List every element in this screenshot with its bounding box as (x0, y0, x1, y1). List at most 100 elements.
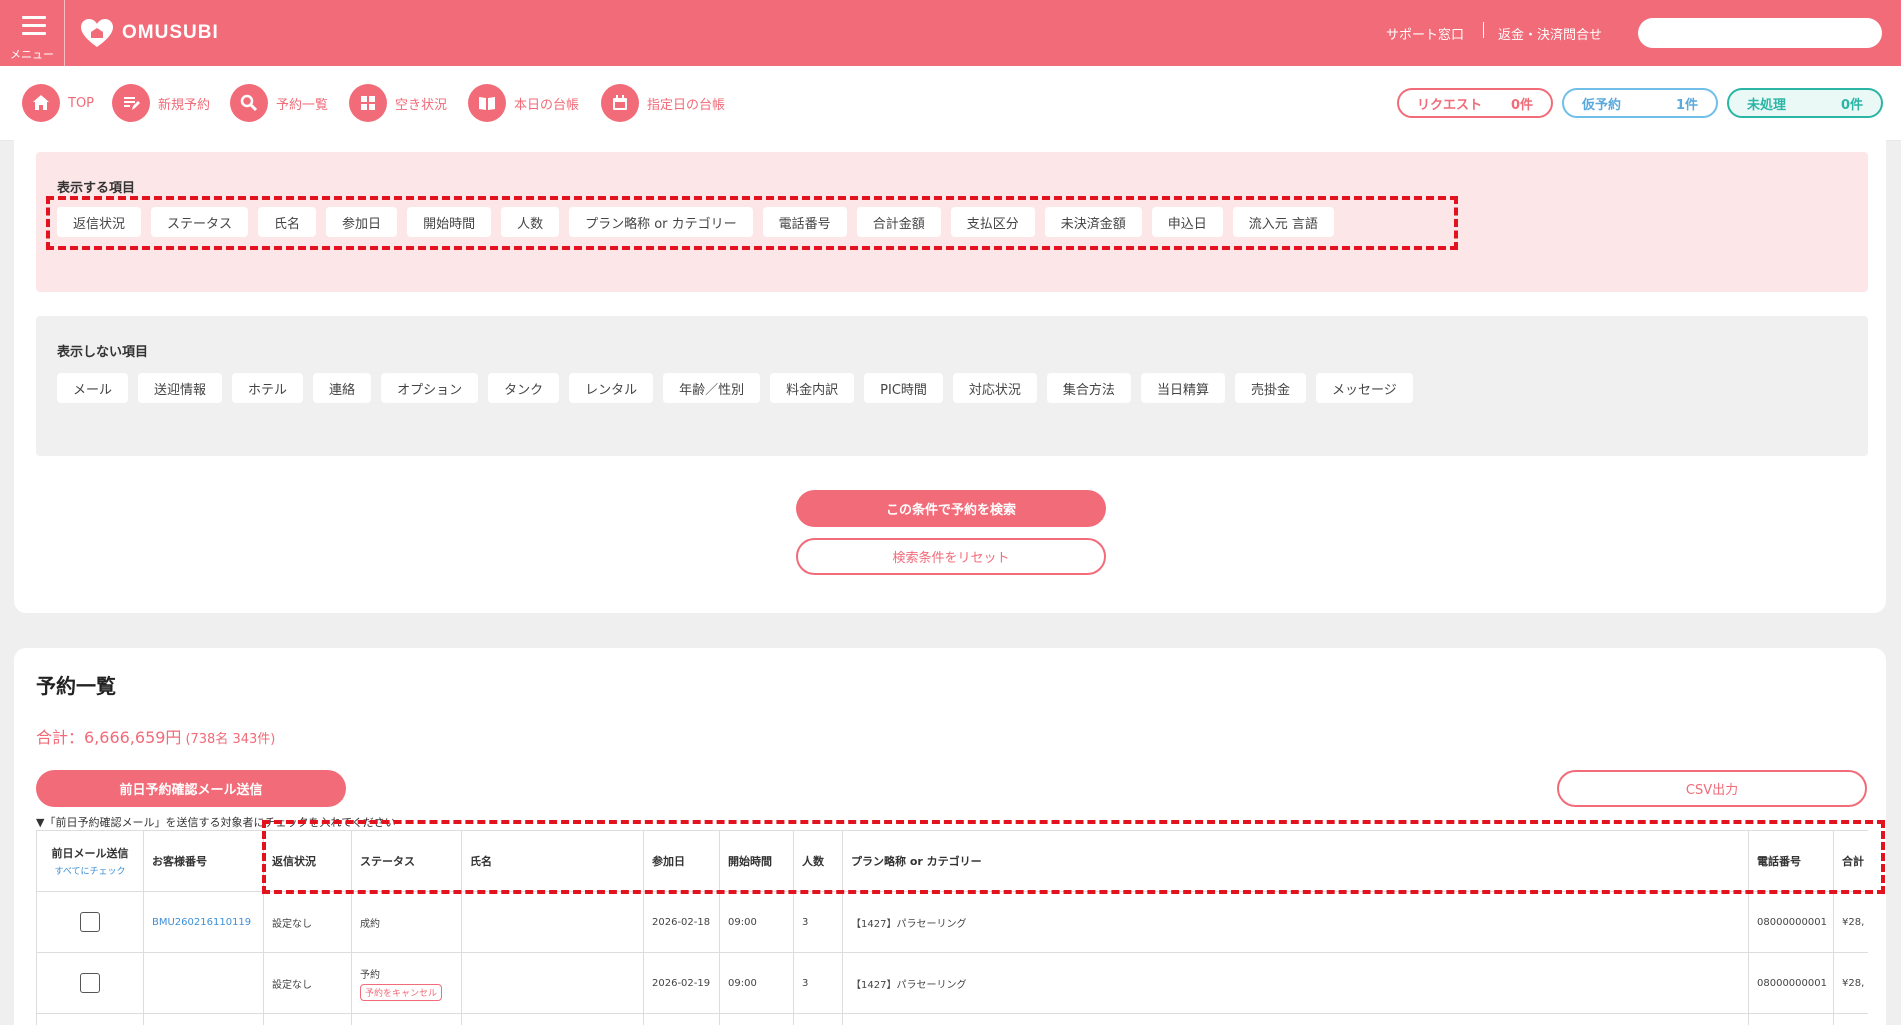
nav-availability[interactable]: 空き状況 (349, 84, 447, 122)
list-title: 予約一覧 (36, 674, 116, 698)
book-icon (468, 84, 506, 122)
support-link[interactable]: サポート窓口 (1386, 24, 1464, 43)
header-search-input[interactable] (1638, 18, 1882, 48)
request-count: 0件 (1510, 97, 1533, 113)
send-reminder-mail-button[interactable]: 前日予約確認メール送信 (36, 770, 346, 807)
reply-cell: 設定なし (263, 952, 352, 1014)
reservation-table-wrap: 前日メール送信 すべてにチェック お客様番号 返信状況 ステータス 氏名 参加日… (36, 830, 1868, 1025)
table-row: 設定なし 予約 予約をキャンセル 2026-02-19 09:00 3 【142… (36, 952, 1868, 1014)
shown-chip[interactable]: プラン略称 or カテゴリー (569, 207, 753, 237)
mail-checkbox[interactable] (80, 912, 100, 932)
provisional-count: 1件 (1675, 97, 1698, 113)
col-total[interactable]: 合計 (1833, 830, 1868, 892)
nav-date-ledger-label: 指定日の台帳 (647, 97, 726, 113)
hidden-items-chips: メール 送迎情報 ホテル 連絡 オプション タンク レンタル 年齢／性別 料金内… (57, 373, 1413, 403)
shown-items-panel: 表示する項目 返信状況 ステータス 氏名 参加日 開始時間 人数 プラン略称 o… (36, 152, 1868, 292)
request-count-pill[interactable]: リクエスト 0件 (1397, 88, 1553, 118)
hidden-chip[interactable]: 当日精算 (1140, 373, 1225, 403)
plan-cell: 【1427】パラセーリング (842, 952, 1749, 1014)
shown-chip[interactable]: 電話番号 (762, 207, 847, 237)
unprocessed-count-pill[interactable]: 未処理 0件 (1727, 88, 1883, 118)
csv-export-button[interactable]: CSV出力 (1557, 770, 1867, 807)
shown-chip[interactable]: 合計金額 (856, 207, 941, 237)
col-name[interactable]: 氏名 (461, 830, 644, 892)
refund-inquiry-link[interactable]: 返金・決済問合せ (1498, 24, 1602, 43)
name-cell (461, 891, 644, 953)
col-date[interactable]: 参加日 (643, 830, 720, 892)
calendar-icon (601, 84, 639, 122)
nav-reservation-list[interactable]: 予約一覧 (230, 84, 328, 122)
hidden-chip[interactable]: メッセージ (1315, 373, 1413, 403)
shown-chip[interactable]: ステータス (151, 207, 249, 237)
nav-today-ledger[interactable]: 本日の台帳 (468, 84, 579, 122)
edit-icon (112, 84, 150, 122)
hidden-chip[interactable]: タンク (488, 373, 560, 403)
hidden-items-panel: 表示しない項目 メール 送迎情報 ホテル 連絡 オプション タンク レンタル 年… (36, 316, 1868, 456)
shown-items-title: 表示する項目 (57, 181, 136, 196)
nav-new-reservation-label: 新規予約 (158, 97, 211, 113)
col-phone[interactable]: 電話番号 (1748, 830, 1834, 892)
customer-no-link[interactable] (143, 952, 264, 1014)
hidden-chip[interactable]: 対応状況 (952, 373, 1037, 403)
logo[interactable]: OMUSUBI (80, 17, 219, 49)
home-icon (22, 84, 60, 122)
hidden-chip[interactable]: PIC時間 (864, 373, 943, 403)
col-people[interactable]: 人数 (793, 830, 843, 892)
hidden-chip[interactable]: 連絡 (313, 373, 372, 403)
col-status[interactable]: ステータス (351, 830, 462, 892)
col-reply[interactable]: 返信状況 (263, 830, 352, 892)
hidden-chip[interactable]: 売掛金 (1234, 373, 1306, 403)
col-start[interactable]: 開始時間 (719, 830, 794, 892)
status-cell: 成約 (351, 891, 462, 953)
col-customer-no[interactable]: お客様番号 (143, 830, 264, 892)
empty-cell (643, 1013, 720, 1025)
empty-cell (461, 1013, 644, 1025)
date-cell: 2026-02-18 (643, 891, 720, 953)
heart-logo-icon (81, 19, 113, 47)
search-with-conditions-button[interactable]: この条件で予約を検索 (796, 490, 1106, 527)
total-cell: ¥28, (1833, 952, 1868, 1014)
menu-button[interactable]: メニュー (0, 0, 65, 66)
hidden-chip[interactable]: オプション (381, 373, 479, 403)
empty-cell (351, 1013, 462, 1025)
table-row: BMU260216110119 設定なし 成約 2026-02-18 09:00… (36, 891, 1868, 953)
reply-cell: 設定なし (263, 891, 352, 953)
header-separator (1483, 22, 1484, 38)
nav-date-ledger[interactable]: 指定日の台帳 (601, 84, 725, 122)
shown-chip[interactable]: 流入元 言語 (1232, 207, 1334, 237)
hidden-chip[interactable]: 年齢／性別 (663, 373, 761, 403)
nav-top[interactable]: TOP (22, 84, 94, 122)
shown-chip[interactable]: 支払区分 (950, 207, 1035, 237)
date-cell: 2026-02-19 (643, 952, 720, 1014)
hidden-chip[interactable]: 送迎情報 (138, 373, 223, 403)
hidden-chip[interactable]: 集合方法 (1046, 373, 1131, 403)
request-label: リクエスト (1417, 97, 1483, 113)
cancel-reservation-button[interactable]: 予約をキャンセル (360, 983, 443, 1001)
shown-chip[interactable]: 返信状況 (57, 207, 142, 237)
logo-text: OMUSUBI (122, 22, 219, 43)
hidden-chip[interactable]: レンタル (569, 373, 654, 403)
shown-chip[interactable]: 参加日 (326, 207, 398, 237)
shown-chip[interactable]: 開始時間 (407, 207, 492, 237)
reset-conditions-button[interactable]: 検索条件をリセット (796, 538, 1106, 575)
mail-checkbox[interactable] (80, 973, 100, 993)
start-cell: 09:00 (719, 891, 794, 953)
col-mail-label: 前日メール送信 (51, 847, 129, 860)
customer-no-link[interactable]: BMU260216110119 (143, 891, 264, 953)
nav-new-reservation[interactable]: 新規予約 (112, 84, 210, 122)
empty-cell (36, 1013, 144, 1025)
hidden-chip[interactable]: ホテル (232, 373, 304, 403)
check-all-link[interactable]: すべてにチェック (45, 864, 135, 877)
people-cell: 3 (793, 952, 843, 1014)
shown-chip[interactable]: 人数 (501, 207, 560, 237)
shown-items-chips: 返信状況 ステータス 氏名 参加日 開始時間 人数 プラン略称 or カテゴリー… (57, 207, 1334, 237)
hidden-chip[interactable]: 料金内訳 (770, 373, 855, 403)
provisional-count-pill[interactable]: 仮予約 1件 (1562, 88, 1718, 118)
shown-chip[interactable]: 未決済金額 (1044, 207, 1142, 237)
hidden-chip[interactable]: メール (57, 373, 129, 403)
total-amount-value: 合計：6,666,659円 (36, 728, 182, 747)
shown-chip[interactable]: 氏名 (258, 207, 317, 237)
shown-chip[interactable]: 申込日 (1151, 207, 1223, 237)
col-plan[interactable]: プラン略称 or カテゴリー (842, 830, 1749, 892)
provisional-label: 仮予約 (1582, 97, 1622, 113)
